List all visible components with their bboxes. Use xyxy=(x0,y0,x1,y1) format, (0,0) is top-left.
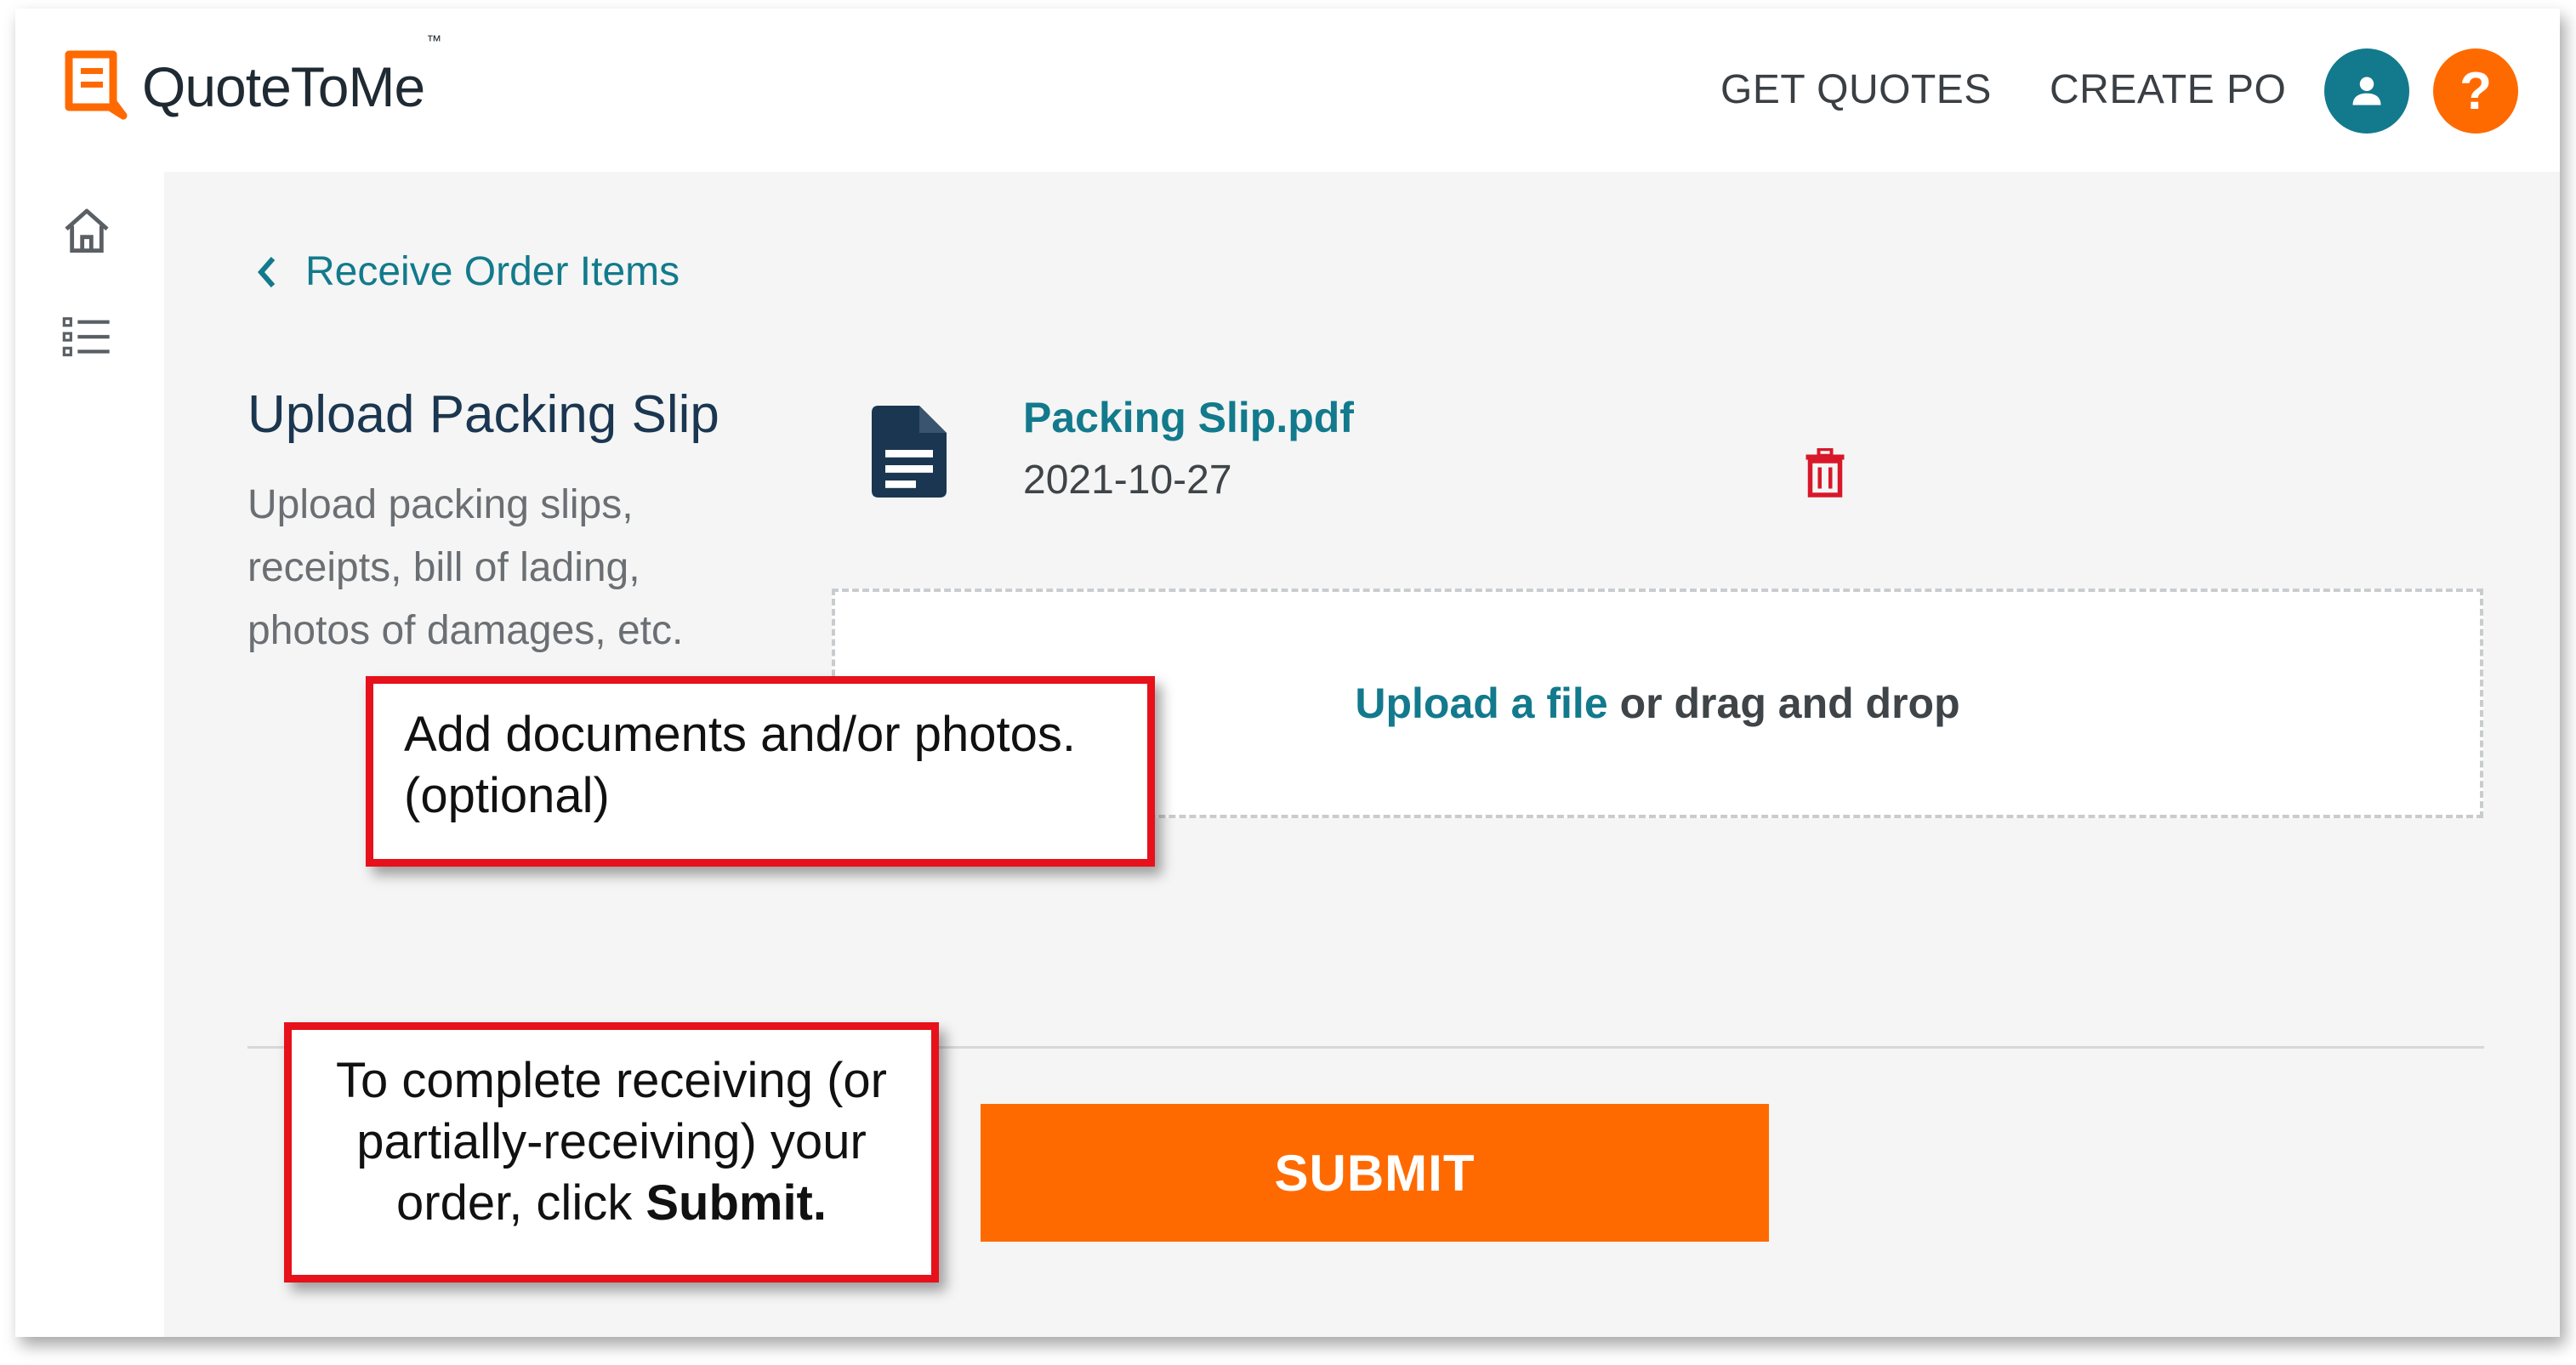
drag-drop-text: or drag and drop xyxy=(1619,680,1960,727)
nav-get-quotes[interactable]: GET QUOTES xyxy=(1720,66,1992,113)
user-icon xyxy=(2352,77,2381,105)
app-logo[interactable]: QuoteToMe™ xyxy=(62,32,441,124)
chevron-left-icon xyxy=(258,256,276,287)
logo-text: QuoteToMe™ xyxy=(142,32,441,118)
callout-add-documents-line2: (optional) xyxy=(404,768,610,823)
list-icon[interactable] xyxy=(60,310,114,364)
callout-add-documents-line1: Add documents and/or photos. xyxy=(404,707,1076,762)
file-date: 2021-10-27 xyxy=(1023,458,1232,503)
section-description: Upload packing slips, receipts, bill of … xyxy=(247,482,684,653)
nav-create-po[interactable]: CREATE PO xyxy=(2050,66,2286,113)
help-button[interactable]: ? xyxy=(2433,48,2518,134)
delete-trash-icon[interactable] xyxy=(1804,448,1846,499)
quotetome-logo-icon xyxy=(65,50,128,120)
back-link-label: Receive Order Items xyxy=(305,249,680,294)
help-icon: ? xyxy=(2459,61,2492,121)
callout-add-documents: Add documents and/or photos. (optional) xyxy=(366,676,1155,867)
callout-complete-receiving: To complete receiving (or partially-rece… xyxy=(284,1022,939,1283)
document-icon xyxy=(872,406,947,498)
callout-complete-bold: Submit. xyxy=(645,1175,827,1231)
sidebar xyxy=(15,172,164,1337)
page-title: Upload Packing Slip xyxy=(247,385,719,444)
user-avatar-button[interactable] xyxy=(2324,48,2409,134)
back-link[interactable]: Receive Order Items xyxy=(256,248,680,295)
home-icon[interactable] xyxy=(60,204,114,259)
top-bar: QuoteToMe™ GET QUOTES CREATE PO ? xyxy=(15,9,2560,172)
upload-file-link[interactable]: Upload a file xyxy=(1355,679,1607,728)
submit-button[interactable]: SUBMIT xyxy=(981,1104,1769,1242)
app-window: QuoteToMe™ GET QUOTES CREATE PO ? Receiv… xyxy=(15,9,2560,1337)
file-name-link[interactable]: Packing Slip.pdf xyxy=(1023,393,1354,442)
